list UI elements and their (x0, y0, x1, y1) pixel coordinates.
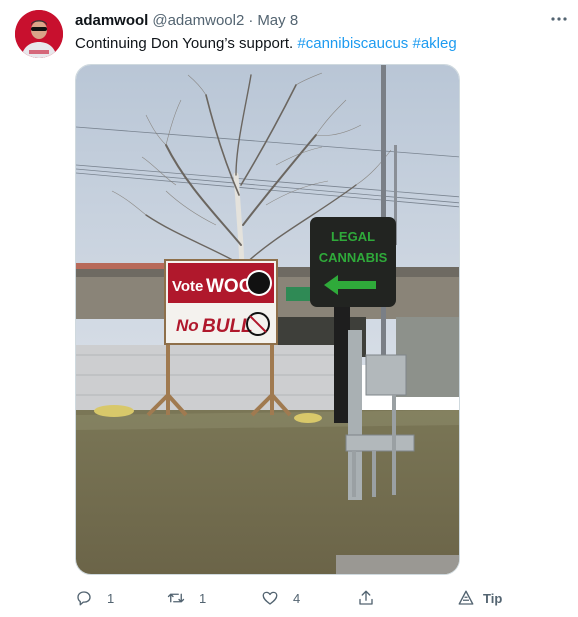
retweet-count: 1 (199, 590, 207, 606)
user-handle[interactable]: @adamwool2 (152, 12, 244, 29)
hashtag-cannibiscaucus[interactable]: #cannibiscaucus (297, 35, 408, 52)
tweet-photo[interactable]: Vote WOOL No BULL LEGAL CANNABIS (75, 64, 460, 575)
tip-button[interactable]: Tip (457, 585, 502, 611)
tweet-date[interactable]: May 8 (257, 12, 298, 29)
like-count: 4 (293, 590, 301, 606)
share-button[interactable] (357, 585, 375, 611)
retweet-icon (167, 593, 185, 603)
tweet-header: adamwool @adamwool2 · May 8 (75, 10, 298, 30)
reply-button[interactable]: 1 (75, 585, 114, 611)
display-name[interactable]: adamwool (75, 12, 148, 29)
photo-scene: Vote WOOL No BULL LEGAL CANNABIS (76, 65, 459, 574)
share-icon (359, 590, 373, 605)
hashtag-akleg[interactable]: #akleg (412, 35, 456, 52)
sign-cannabis-text: CANNABIS (319, 250, 388, 265)
sign-legal-text: LEGAL (331, 229, 375, 244)
like-button[interactable]: 4 (261, 585, 300, 611)
sign-bull-text: BULL (202, 316, 253, 337)
tweet-text: Continuing Don Young’s support. #cannibi… (75, 34, 457, 54)
retweet-button[interactable]: 1 (167, 585, 206, 611)
sign-no-text: No (176, 316, 199, 335)
tweet-actions: 1 1 4 Tip (75, 585, 505, 611)
reply-count: 1 (107, 590, 115, 606)
header-separator: · (248, 11, 254, 29)
tweet[interactable]: adamwool @adamwool2 · May 8 Continuing D… (0, 0, 578, 617)
tip-label: Tip (483, 590, 503, 606)
more-options-button[interactable] (546, 8, 572, 30)
avatar[interactable] (15, 10, 63, 58)
avatar-image (15, 10, 63, 58)
tip-icon (458, 590, 474, 605)
tweet-text-body: Continuing Don Young’s support. (75, 35, 298, 52)
reply-icon (77, 591, 91, 606)
sign-vote-text: Vote (172, 278, 203, 295)
more-horizontal-icon (551, 17, 567, 21)
heart-icon (262, 591, 278, 605)
